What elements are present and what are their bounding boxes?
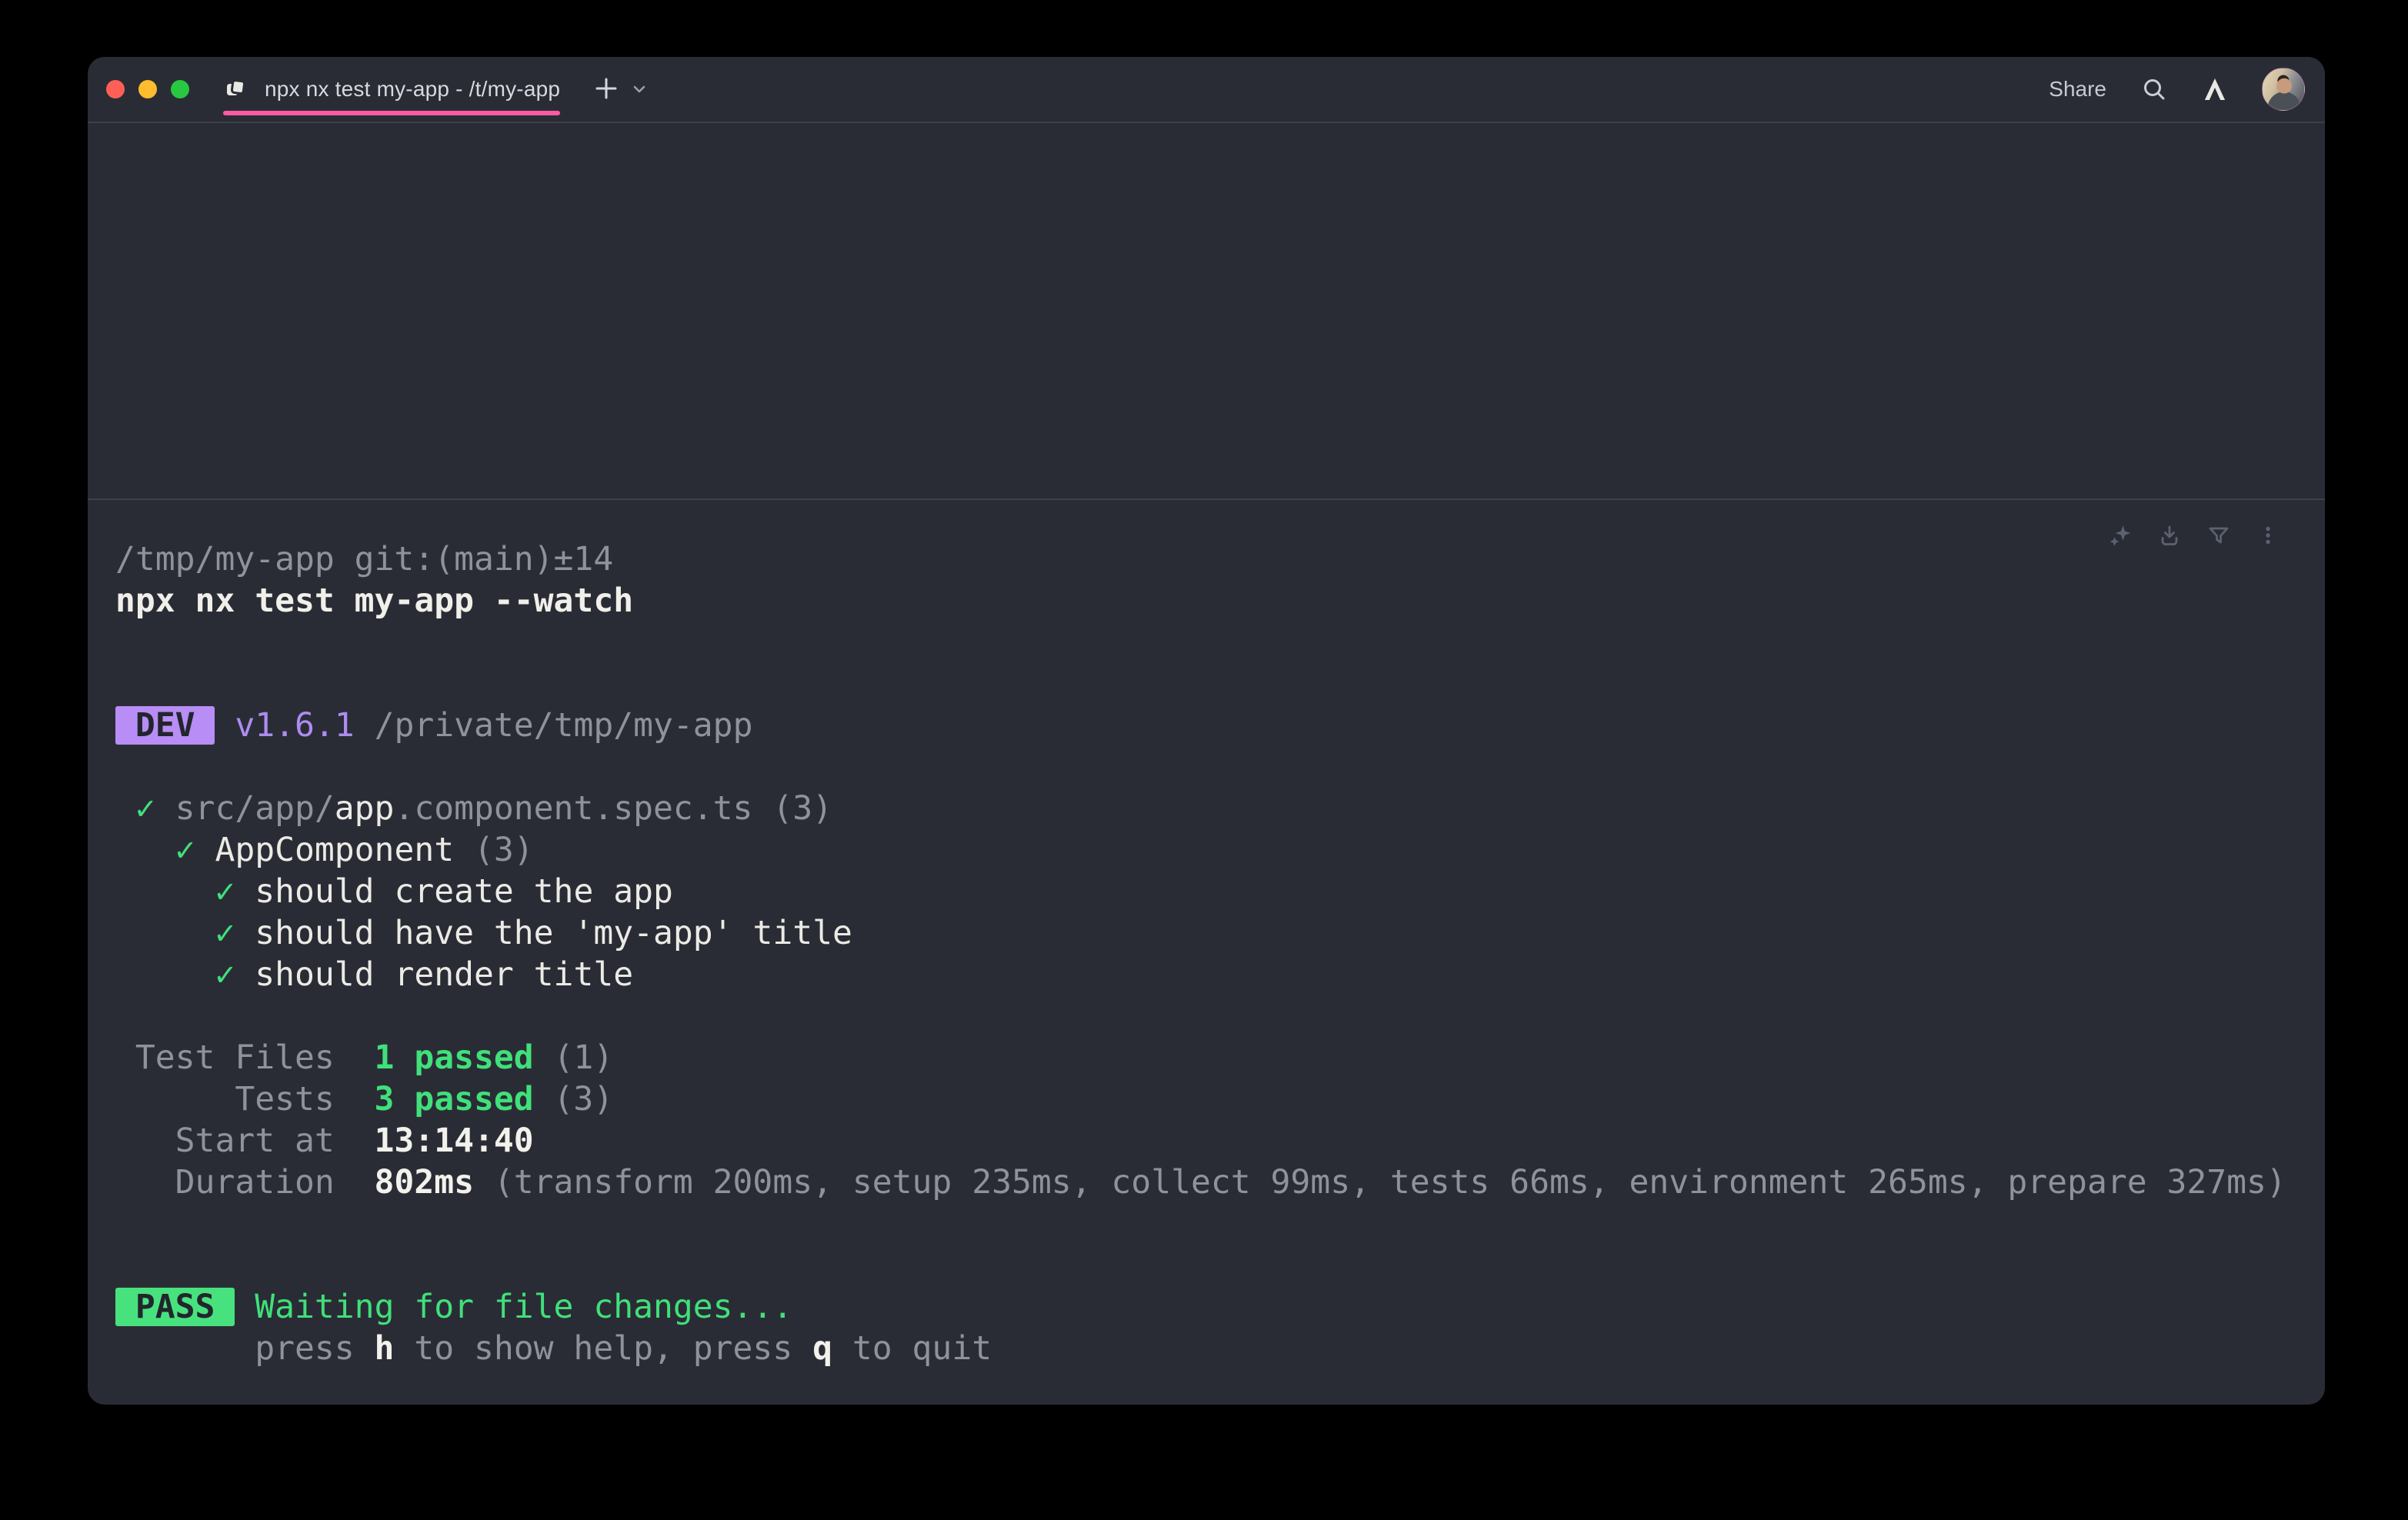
ai-sparkles-button[interactable] (2105, 520, 2136, 553)
sparkles-icon (2106, 522, 2134, 552)
close-window-button[interactable] (106, 80, 125, 98)
terminal-text-segment: 1 passed (375, 1038, 534, 1077)
terminal-text-segment: to quit (832, 1329, 992, 1368)
watch-status-text: Waiting for file changes... (255, 1288, 792, 1326)
terminal-lines: /tmp/my-app git:(main)±14 npx nx test my-… (88, 498, 2325, 1403)
avatar[interactable] (2262, 68, 2305, 111)
test-case-line: ✓ should have the 'my-app' title (115, 912, 2297, 954)
blank-line (115, 1245, 2297, 1286)
terminal-text-segment (215, 706, 235, 745)
terminal-text-segment: 13:14:40 (375, 1122, 534, 1160)
terminal-text-segment (115, 955, 215, 994)
test-case-line: ✓ should create the app (115, 871, 2297, 912)
search-icon[interactable] (2140, 75, 2168, 103)
minimize-window-button[interactable] (138, 80, 157, 98)
traffic-lights (88, 80, 189, 98)
terminal-text-segment: app (335, 789, 395, 828)
dev-version-line: DEV v1.6.1 /private/tmp/my-app (115, 705, 2297, 746)
test-case-line: ✓ should render title (115, 954, 2297, 995)
dev-badge: DEV (115, 706, 215, 745)
blank-line (115, 622, 2297, 663)
tab-title: npx nx test my-app - /t/my-app (265, 77, 560, 102)
terminal-text-segment: (1) (534, 1038, 614, 1077)
terminal-text-segment: /tmp/my-app git:(main)±14 (115, 540, 613, 578)
terminal-text-segment: (3) (752, 789, 832, 828)
terminal-text-segment: .component.spec.ts (394, 789, 752, 828)
terminal-text-segment: (3) (534, 1080, 614, 1118)
terminal-text-segment (115, 789, 135, 828)
active-tab[interactable]: npx nx test my-app - /t/my-app (223, 57, 560, 122)
blank-line (115, 1203, 2297, 1245)
tab-stack-icon (223, 77, 248, 102)
terminal-text-segment: Duration (115, 1163, 375, 1202)
check-icon: ✓ (135, 789, 175, 828)
terminal-text-segment: Start at (115, 1122, 375, 1160)
summary-test-files: Test Files 1 passed (1) (115, 1037, 2297, 1078)
terminal-text-segment (235, 1288, 255, 1326)
terminal-text-segment (115, 872, 215, 911)
terminal-text-segment: should create the app (255, 872, 673, 911)
summary-start-at: Start at 13:14:40 (115, 1120, 2297, 1162)
titlebar: npx nx test my-app - /t/my-app Share (88, 57, 2325, 123)
terminal-text-segment: npx nx test my-app --watch (115, 582, 633, 620)
blank-line (115, 746, 2297, 788)
warp-terminal-window: npx nx test my-app - /t/my-app Share (88, 57, 2325, 1405)
terminal-text-segment: should render title (255, 955, 633, 994)
download-button[interactable] (2154, 520, 2185, 553)
filter-button[interactable] (2203, 520, 2234, 553)
terminal-text-segment: (3) (454, 831, 534, 869)
command-line: npx nx test my-app --watch (115, 580, 2297, 622)
help-hint-line: press h to show help, press q to quit (115, 1328, 2297, 1369)
terminal-text-segment: Tests (115, 1080, 375, 1118)
test-suite-line: ✓ AppComponent (3) (115, 829, 2297, 871)
terminal-text-segment: press (115, 1329, 375, 1368)
plus-icon (591, 73, 622, 106)
new-tab-button[interactable] (586, 68, 626, 111)
pass-status-line: PASS Waiting for file changes... (115, 1286, 2297, 1328)
share-button[interactable]: Share (2049, 77, 2106, 102)
terminal-text-segment: 802ms (375, 1163, 474, 1202)
check-icon: ✓ (215, 955, 255, 994)
vitest-version: v1.6.1 (235, 706, 354, 745)
terminal-text-segment (115, 831, 175, 869)
warp-logo-icon[interactable] (2202, 76, 2228, 102)
desktop-background: npx nx test my-app - /t/my-app Share (0, 0, 2408, 1520)
check-icon: ✓ (215, 914, 255, 952)
terminal-text-segment: (transform 200ms, setup 235ms, collect 9… (474, 1163, 2286, 1202)
download-icon (2156, 522, 2183, 552)
block-toolbar (2105, 520, 2283, 553)
terminal-text-segment: to show help, press (394, 1329, 812, 1368)
check-icon: ✓ (175, 831, 215, 869)
zoom-window-button[interactable] (171, 80, 189, 98)
terminal-text-segment: 3 passed (375, 1080, 534, 1118)
check-icon: ✓ (215, 872, 255, 911)
tab-dropdown-chevron-icon[interactable] (631, 81, 648, 98)
filter-icon (2205, 522, 2233, 552)
test-file-line: ✓ src/app/app.component.spec.ts (3) (115, 788, 2297, 829)
blank-line (115, 995, 2297, 1037)
summary-duration: Duration 802ms (transform 200ms, setup 2… (115, 1162, 2297, 1203)
kebab-menu-icon (2254, 522, 2282, 552)
blank-line (115, 663, 2297, 705)
terminal-text-segment: q (812, 1329, 832, 1368)
project-path: /private/tmp/my-app (355, 706, 753, 745)
pass-badge: PASS (115, 1288, 235, 1326)
terminal-text-segment: h (375, 1329, 395, 1368)
terminal-text-segment: src/app/ (175, 789, 335, 828)
prompt-line: /tmp/my-app git:(main)±14 (115, 538, 2297, 580)
terminal-text-segment: Test Files (115, 1038, 375, 1077)
summary-tests: Tests 3 passed (3) (115, 1078, 2297, 1120)
titlebar-right-actions: Share (2049, 68, 2325, 111)
terminal-text-segment: AppComponent (215, 831, 454, 869)
kebab-menu-button[interactable] (2253, 520, 2283, 553)
terminal-text-segment: should have the 'my-app' title (255, 914, 852, 952)
terminal-content: /tmp/my-app git:(main)±14 npx nx test my-… (88, 123, 2325, 1403)
terminal-text-segment (115, 914, 215, 952)
active-tab-indicator (223, 111, 560, 115)
